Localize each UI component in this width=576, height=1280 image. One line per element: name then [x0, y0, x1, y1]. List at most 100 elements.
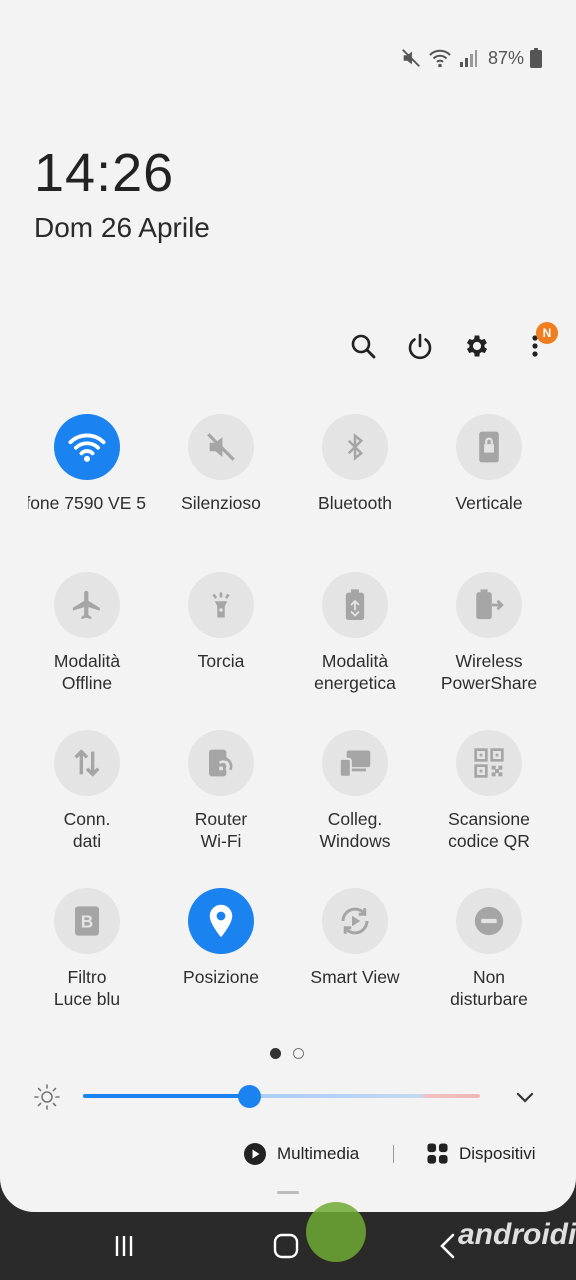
tile-flashlight[interactable]: Torcia [154, 572, 288, 672]
tile-smart-view[interactable]: Smart View [288, 888, 422, 988]
watermark-logo [306, 1202, 366, 1262]
tile-link-windows[interactable]: Colleg. Windows [288, 730, 422, 852]
panel-handle[interactable] [277, 1191, 299, 1194]
settings-button[interactable] [457, 326, 497, 366]
brightness-slider-thumb[interactable] [238, 1085, 262, 1108]
status-bar: 87% [400, 44, 542, 72]
play-icon [244, 1143, 266, 1165]
tile-qr-scan-toggle[interactable] [456, 730, 522, 796]
media-label: Multimedia [277, 1144, 360, 1163]
tile-silent-label: Silenzioso [181, 493, 261, 513]
page-dot-1[interactable] [270, 1048, 281, 1059]
home-button[interactable] [266, 1226, 306, 1266]
flashlight-icon [212, 592, 230, 618]
battery-saver-icon [345, 589, 365, 621]
tile-wifi-label: Vodafone 7590 VE 5 [28, 493, 146, 513]
tile-powershare-toggle[interactable] [456, 572, 522, 638]
tile-mobile-data[interactable]: Conn. dati [20, 730, 154, 852]
tile-powershare[interactable]: Wireless PowerShare [422, 572, 556, 694]
clock-date: Dom 26 Aprile [34, 212, 210, 243]
power-button[interactable] [400, 326, 440, 366]
tile-powershare-label: Wireless PowerShare [440, 651, 538, 693]
tile-link-windows-toggle[interactable] [322, 730, 388, 796]
recents-icon [115, 1236, 133, 1256]
tile-silent[interactable]: Silenzioso [154, 414, 288, 514]
bottom-links: Multimedia Dispositivi [0, 1140, 576, 1170]
tile-link-windows-label: Colleg. Windows [319, 809, 391, 851]
tile-mobile-data-label: Conn. dati [63, 809, 111, 851]
tile-smart-view-toggle[interactable] [322, 888, 388, 954]
tile-mobile-data-toggle[interactable] [54, 730, 120, 796]
smart-view-icon [341, 907, 369, 935]
tile-hotspot-toggle[interactable] [188, 730, 254, 796]
tile-dnd[interactable]: Non disturbare [422, 888, 556, 1010]
clock-time: 14:26 [34, 143, 175, 203]
data-arrows-icon [74, 749, 100, 777]
tile-wifi[interactable]: Vodafone 7590 VE 5 [20, 414, 154, 514]
svg-text:B: B [81, 912, 94, 932]
recents-button[interactable] [104, 1226, 144, 1266]
devices-grid-icon [427, 1143, 448, 1164]
mute-icon [400, 47, 422, 69]
tile-bluetooth[interactable]: Bluetooth [288, 414, 422, 514]
bluetooth-icon [347, 433, 364, 461]
powershare-icon [476, 589, 504, 620]
blue-light-icon: B [75, 906, 99, 936]
search-button[interactable] [343, 326, 383, 366]
tile-location-toggle[interactable] [188, 888, 254, 954]
divider [393, 1145, 394, 1163]
tile-flashlight-label: Torcia [197, 651, 245, 671]
signal-icon [458, 48, 478, 68]
tile-portrait[interactable]: Verticale [422, 414, 556, 514]
tile-bluetooth-toggle[interactable] [322, 414, 388, 480]
media-button[interactable]: Multimedia [243, 1142, 359, 1166]
tile-power-mode-label: Modalità energetica [314, 651, 396, 693]
page-indicator [270, 1048, 304, 1059]
tile-portrait-label: Verticale [455, 493, 523, 513]
tile-power-mode-toggle[interactable] [322, 572, 388, 638]
power-icon [408, 333, 432, 360]
brightness-slider-track[interactable] [83, 1094, 480, 1098]
mute-icon [207, 433, 235, 461]
tile-airplane[interactable]: Modalità Offline [20, 572, 154, 694]
tile-location[interactable]: Posizione [154, 888, 288, 988]
tile-qr-scan[interactable]: Scansione codice QR [422, 730, 556, 852]
dnd-icon [474, 906, 504, 936]
search-icon [351, 334, 376, 359]
devices-label: Dispositivi [459, 1143, 536, 1163]
hotspot-icon [209, 749, 233, 777]
tile-blue-light[interactable]: B Filtro Luce blu [20, 888, 154, 1010]
tile-flashlight-toggle[interactable] [188, 572, 254, 638]
tile-power-mode[interactable]: Modalità energetica [288, 572, 422, 694]
tile-bluetooth-label: Bluetooth [318, 493, 392, 513]
watermark-text: androidi [458, 1218, 576, 1251]
tile-smart-view-label: Smart View [310, 967, 400, 987]
location-icon [209, 904, 233, 938]
chevron-down-icon[interactable] [512, 1084, 538, 1115]
tile-blue-light-label: Filtro Luce blu [53, 967, 121, 1009]
portrait-lock-icon [479, 431, 499, 463]
tile-dnd-label: Non disturbare [450, 967, 528, 1009]
battery-icon [530, 48, 542, 68]
quick-panel: 87% 14:26 Dom 26 Aprile N Vodafone 7590 … [0, 0, 576, 1212]
qr-icon [474, 748, 504, 778]
notification-badge: N [536, 322, 558, 344]
tile-silent-toggle[interactable] [188, 414, 254, 480]
tile-wifi-toggle[interactable] [54, 414, 120, 480]
top-actions [0, 326, 576, 366]
tile-portrait-toggle[interactable] [456, 414, 522, 480]
brightness-control [0, 1080, 576, 1112]
link-windows-icon [338, 750, 371, 778]
wifi-icon [428, 47, 452, 69]
devices-button[interactable]: Dispositivi [426, 1142, 536, 1165]
battery-percent: 87% [487, 47, 524, 68]
tile-dnd-toggle[interactable] [456, 888, 522, 954]
tile-airplane-toggle[interactable] [54, 572, 120, 638]
tile-location-label: Posizione [183, 967, 259, 987]
sun-icon [32, 1082, 62, 1117]
page-dot-2[interactable] [293, 1048, 304, 1059]
tile-qr-scan-label: Scansione codice QR [448, 809, 530, 851]
tile-blue-light-toggle[interactable]: B [54, 888, 120, 954]
tile-hotspot-label: Router Wi-Fi [194, 809, 248, 851]
tile-hotspot[interactable]: Router Wi-Fi [154, 730, 288, 852]
